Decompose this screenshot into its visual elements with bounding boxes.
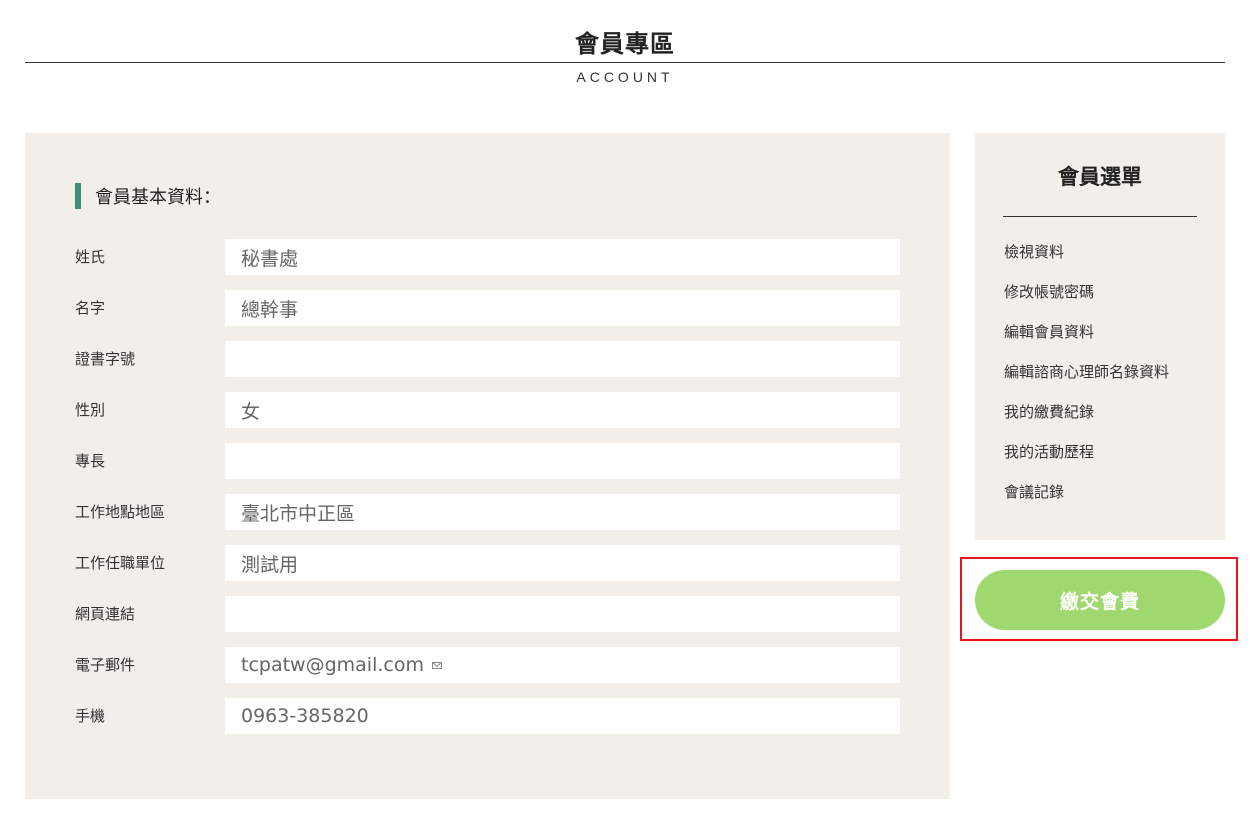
page-subtitle: ACCOUNT <box>576 69 674 85</box>
field-row-email: 電子郵件 tcpatw@gmail.com <box>25 647 950 683</box>
field-row-work-region: 工作地點地區 臺北市中正區 <box>25 494 950 530</box>
field-row-given-name: 名字 總幹事 <box>25 290 950 326</box>
employer-field[interactable]: 測試用 <box>225 545 900 581</box>
field-label-specialty: 專長 <box>75 452 106 470</box>
work-region-field[interactable]: 臺北市中正區 <box>225 494 900 530</box>
field-label-email: 電子郵件 <box>75 656 136 674</box>
email-field[interactable]: tcpatw@gmail.com <box>225 647 900 683</box>
menu-item-edit-directory-data[interactable]: 編輯諮商心理師名錄資料 <box>1004 358 1169 398</box>
menu-item-change-password[interactable]: 修改帳號密碼 <box>1004 278 1169 318</box>
field-row-employer: 工作任職單位 測試用 <box>25 545 950 581</box>
pay-membership-fee-button[interactable]: 繳交會費 <box>975 570 1225 630</box>
member-menu-panel: 會員選單 檢視資料 修改帳號密碼 編輯會員資料 編輯諮商心理師名錄資料 我的繳費… <box>975 133 1225 540</box>
mail-icon[interactable] <box>431 661 442 669</box>
field-label-gender: 性別 <box>75 401 106 419</box>
field-label-employer: 工作任職單位 <box>75 554 166 572</box>
surname-field[interactable]: 秘書處 <box>225 239 900 275</box>
menu-item-activity-history[interactable]: 我的活動歷程 <box>1004 438 1169 478</box>
website-field[interactable] <box>225 596 900 632</box>
menu-item-payment-history[interactable]: 我的繳費紀錄 <box>1004 398 1169 438</box>
field-row-gender: 性別 女 <box>25 392 950 428</box>
member-menu-list: 檢視資料 修改帳號密碼 編輯會員資料 編輯諮商心理師名錄資料 我的繳費紀錄 我的… <box>1004 238 1169 518</box>
menu-item-meeting-records[interactable]: 會議記錄 <box>1004 478 1169 518</box>
mobile-field[interactable]: 0963-385820 <box>225 698 900 734</box>
given-name-field[interactable]: 總幹事 <box>225 290 900 326</box>
specialty-field[interactable] <box>225 443 900 479</box>
member-menu-title: 會員選單 <box>1058 165 1142 189</box>
field-row-license-number: 證書字號 <box>25 341 950 377</box>
field-label-given-name: 名字 <box>75 299 106 317</box>
field-row-specialty: 專長 <box>25 443 950 479</box>
title-divider <box>25 62 1225 63</box>
profile-heading-label: 會員基本資料： <box>95 187 221 208</box>
field-label-mobile: 手機 <box>75 707 106 725</box>
field-row-mobile: 手機 0963-385820 <box>25 698 950 734</box>
email-value: tcpatw@gmail.com <box>241 654 424 676</box>
profile-panel: 會員基本資料： 姓氏 秘書處 名字 總幹事 證書字號 性別 女 專長 工作地點地… <box>25 133 950 799</box>
member-menu-divider <box>1003 216 1197 217</box>
page-title: 會員專區 <box>575 30 675 58</box>
license-number-field[interactable] <box>225 341 900 377</box>
field-label-surname: 姓氏 <box>75 248 106 266</box>
field-label-website: 網頁連結 <box>75 605 136 623</box>
field-label-work-region: 工作地點地區 <box>75 503 166 521</box>
heading-accent-bar <box>75 183 81 209</box>
field-label-license-number: 證書字號 <box>75 350 136 368</box>
menu-item-edit-member-data[interactable]: 編輯會員資料 <box>1004 318 1169 358</box>
field-row-surname: 姓氏 秘書處 <box>25 239 950 275</box>
menu-item-view-profile[interactable]: 檢視資料 <box>1004 238 1169 278</box>
profile-heading: 會員基本資料： <box>75 183 221 209</box>
field-row-website: 網頁連結 <box>25 596 950 632</box>
gender-field[interactable]: 女 <box>225 392 900 428</box>
